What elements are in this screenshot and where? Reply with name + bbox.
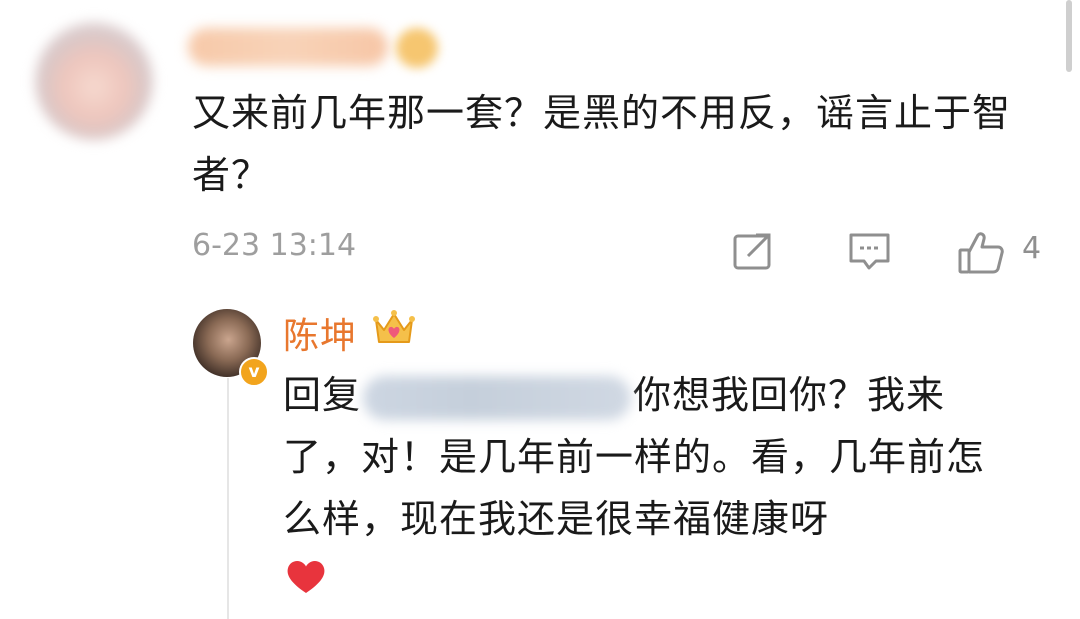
commenter-name-blurred[interactable] — [188, 28, 388, 66]
heart-icon — [285, 557, 327, 599]
verified-icon: v — [239, 357, 269, 387]
replier-name[interactable]: 陈坤 — [283, 307, 357, 359]
reply-text: 回复 你想我回你？我来了，对！是几年前一样的。看，几年前怎么样，现在我还是很幸福健… — [283, 364, 1023, 550]
crown-icon[interactable] — [372, 308, 416, 352]
share-icon — [733, 233, 771, 270]
commenter-avatar[interactable] — [35, 22, 153, 140]
comment-icon — [849, 233, 890, 270]
comment-timestamp: 6-23 13:14 — [192, 228, 357, 263]
reply-prefix: 回复 — [283, 373, 362, 417]
like-icon — [958, 232, 1004, 274]
commenter-badge-blurred — [396, 28, 438, 68]
comment-button[interactable] — [848, 230, 892, 276]
scrollbar[interactable] — [1066, 0, 1072, 72]
comment-text: 又来前几年那一套？是黑的不用反，谣言止于智者？ — [192, 91, 1012, 197]
like-count: 4 — [1022, 231, 1042, 266]
mentioned-user-blurred[interactable] — [363, 375, 632, 420]
like-button[interactable] — [956, 230, 1006, 280]
reply-thread-line — [227, 378, 229, 619]
share-button[interactable] — [732, 230, 776, 276]
